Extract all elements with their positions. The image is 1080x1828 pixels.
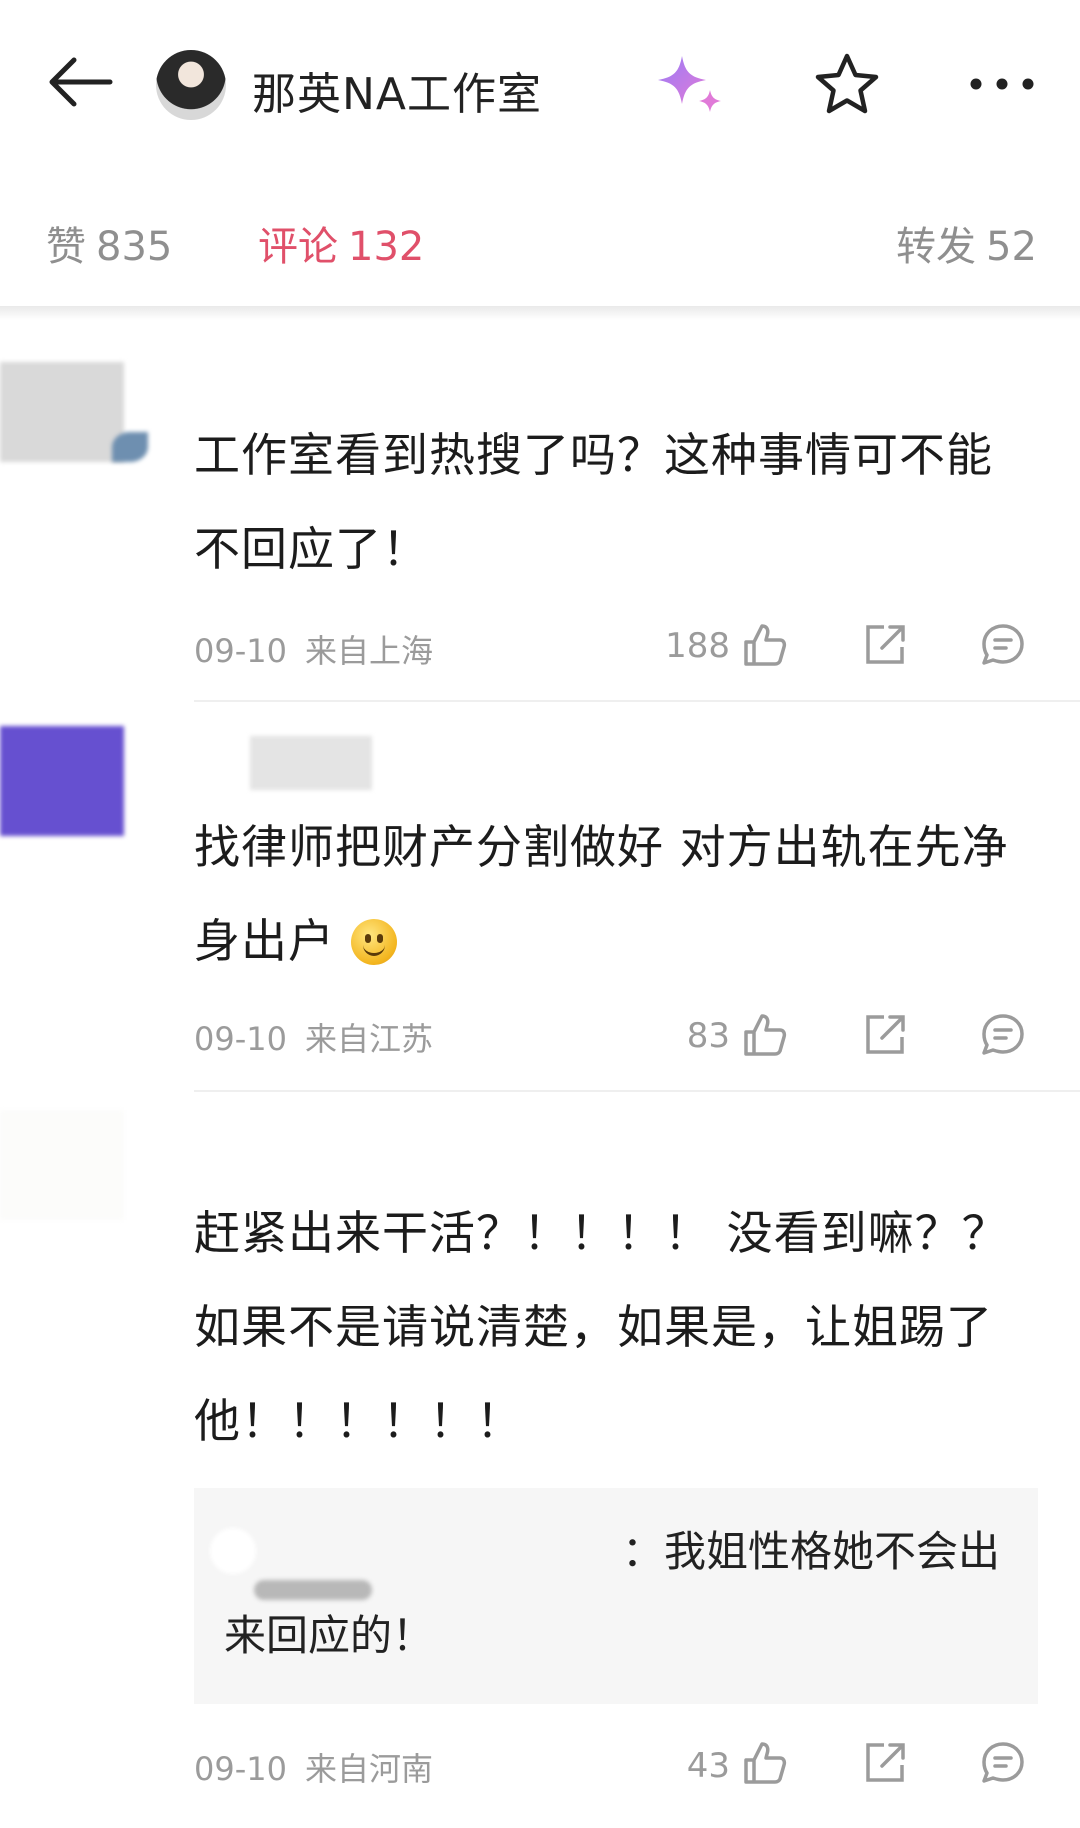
tab-reposts[interactable]: 转发 52 bbox=[896, 214, 1037, 272]
share-icon[interactable] bbox=[860, 1738, 910, 1788]
sparkle-icon[interactable] bbox=[650, 50, 730, 120]
username[interactable] bbox=[250, 736, 372, 790]
comment-text: 赶紧出来干活？！！！！ 没看到嘛？？如果不是请说清楚，如果是，让姐踢了他！！！！… bbox=[194, 1206, 1009, 1448]
like-count: 188 bbox=[665, 626, 730, 666]
stats-tabs: 赞 835 评论 132 转发 52 bbox=[0, 200, 1080, 280]
comment-date: 09-10 bbox=[194, 1750, 287, 1788]
comment-icon[interactable] bbox=[978, 1010, 1028, 1060]
tab-likes-label: 赞 bbox=[46, 224, 86, 270]
top-bar: 那英NA工作室 bbox=[0, 0, 1080, 170]
comment-text: 找律师把财产分割做好 对方出轨在先净身出户 bbox=[194, 800, 1034, 988]
badge-icon bbox=[112, 432, 148, 462]
avatar[interactable] bbox=[0, 362, 124, 462]
tab-comments[interactable]: 评论 132 bbox=[258, 214, 424, 272]
tab-comments-count: 132 bbox=[348, 224, 425, 270]
comment-divider bbox=[194, 700, 1080, 702]
smile-emoji bbox=[350, 919, 397, 965]
comment-date: 09-10 bbox=[194, 1020, 287, 1058]
page-title[interactable]: 那英NA工作室 bbox=[252, 58, 542, 122]
tab-reposts-label: 转发 bbox=[896, 224, 976, 270]
comment-divider bbox=[194, 1090, 1080, 1092]
star-icon[interactable] bbox=[812, 50, 882, 120]
tab-likes-count: 835 bbox=[96, 224, 173, 270]
comment-icon[interactable] bbox=[978, 620, 1028, 670]
tab-likes[interactable]: 赞 835 bbox=[46, 214, 172, 272]
avatar[interactable] bbox=[0, 726, 124, 836]
comment-location: 来自上海 bbox=[304, 632, 433, 670]
comment-meta: 09-10 来自上海 bbox=[194, 626, 433, 672]
avatar[interactable] bbox=[156, 50, 226, 120]
comment-meta: 09-10 来自江苏 bbox=[194, 1014, 433, 1060]
avatar[interactable] bbox=[0, 1110, 124, 1220]
tab-comments-label: 评论 bbox=[258, 224, 338, 270]
reply-box[interactable]: ：我姐性格她不会出来回应的！ bbox=[194, 1488, 1038, 1704]
comment-text: 工作室看到热搜了吗？这种事情可不能不回应了！ bbox=[194, 428, 993, 576]
more-icon[interactable] bbox=[966, 64, 1038, 104]
like-count: 43 bbox=[686, 1746, 730, 1786]
comment-text-body: 找律师把财产分割做好 对方出轨在先净身出户 bbox=[194, 820, 1009, 968]
thumbs-up-icon[interactable] bbox=[740, 1010, 790, 1060]
back-arrow-icon[interactable] bbox=[44, 52, 116, 112]
share-icon[interactable] bbox=[860, 620, 910, 670]
comment-meta: 09-10 来自河南 bbox=[194, 1744, 433, 1790]
reply-text: ：我姐性格她不会出来回应的！ bbox=[224, 1527, 1001, 1660]
tab-reposts-count: 52 bbox=[986, 224, 1037, 270]
comment-location: 来自河南 bbox=[304, 1750, 433, 1788]
comment-date: 09-10 bbox=[194, 632, 287, 670]
tabs-divider bbox=[0, 306, 1080, 320]
thumbs-up-icon[interactable] bbox=[740, 1738, 790, 1788]
share-icon[interactable] bbox=[860, 1010, 910, 1060]
comment-icon[interactable] bbox=[978, 1738, 1028, 1788]
like-count: 83 bbox=[686, 1016, 730, 1056]
thumbs-up-icon[interactable] bbox=[740, 620, 790, 670]
comment-location: 来自江苏 bbox=[304, 1020, 433, 1058]
